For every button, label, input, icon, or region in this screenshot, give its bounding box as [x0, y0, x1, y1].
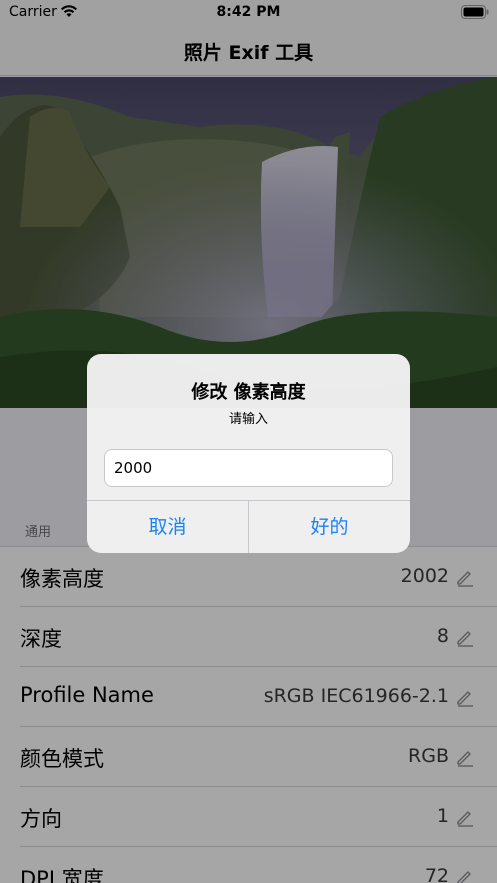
cancel-button[interactable]: 取消 — [87, 501, 248, 553]
edit-alert-dialog: 修改 像素高度 请输入 取消 好的 — [87, 354, 410, 553]
ok-button[interactable]: 好的 — [249, 501, 410, 553]
alert-message: 请输入 — [228, 412, 268, 427]
alert-title: 修改 像素高度 — [191, 382, 306, 403]
value-input[interactable] — [104, 449, 393, 487]
